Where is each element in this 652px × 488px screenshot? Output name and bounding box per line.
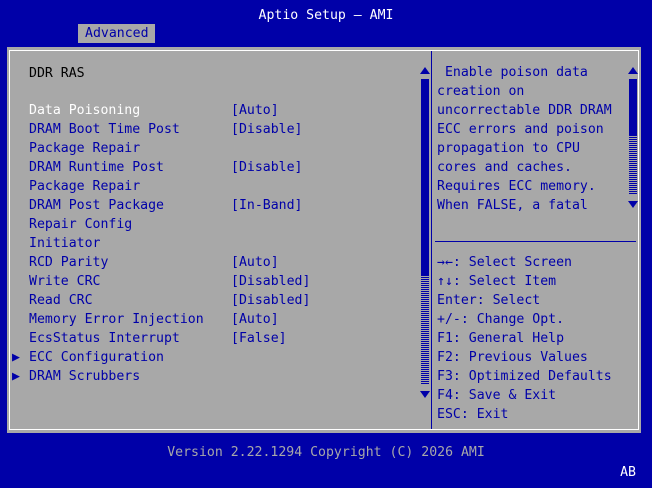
status-indicator: AB [620,465,636,480]
setting-dram-runtime-ppr-label[interactable]: DRAM Runtime Post [29,158,164,177]
help-text-line: When FALSE, a fatal [437,198,588,213]
triangle-right-icon: ▶ [12,350,20,365]
setting-data-poisoning-label[interactable]: Data Poisoning [29,101,140,120]
setting-memory-error-injection-label[interactable]: Memory Error Injection [29,310,204,329]
setting-dram-ppr-initiator-label-cont[interactable]: Repair Config [29,215,132,234]
window-title: Aptio Setup – AMI [258,8,394,23]
help-scrollbar[interactable] [628,67,638,208]
setting-write-crc-label[interactable]: Write CRC [29,272,100,291]
setting-dram-runtime-ppr-label-cont[interactable]: Package Repair [29,177,140,196]
key-hint: F2: Previous Values [437,350,588,365]
tab-advanced[interactable]: Advanced [78,24,155,43]
key-hint: F1: General Help [437,331,565,346]
scroll-down-arrow-icon[interactable] [420,391,430,398]
page-heading: DDR RAS [29,66,85,81]
key-hint: ↑↓: Select Item [437,274,557,289]
setting-memory-error-injection-value[interactable]: [Auto] [231,310,279,329]
key-hint: +/-: Change Opt. [437,312,565,327]
help-text-line: cores and caches. [437,160,572,175]
setting-dram-ppr-initiator-label-cont2[interactable]: Initiator [29,234,100,253]
help-text-line: creation on [437,84,525,99]
scroll-thumb[interactable] [629,79,637,135]
setting-dram-ppr-initiator-label[interactable]: DRAM Post Package [29,196,164,215]
panel-divider [431,51,432,429]
setting-rcd-parity-label[interactable]: RCD Parity [29,253,108,272]
footer-version: Version 2.22.1294 Copyright (C) 2026 AMI [167,445,485,460]
setting-read-crc-value[interactable]: [Disabled] [231,291,310,310]
key-hint: F3: Optimized Defaults [437,369,612,384]
key-hint: ESC: Exit [437,407,509,422]
settings-scrollbar[interactable] [420,67,430,398]
help-text-line: ECC errors and poison [437,122,604,137]
setting-dram-runtime-ppr-value[interactable]: [Disable] [231,158,302,177]
help-text-line: uncorrectable DDR DRAM [437,103,612,118]
help-divider [435,241,636,242]
setting-dram-ppr-initiator-value[interactable]: [In-Band] [231,196,302,215]
help-text-line: Requires ECC memory. [437,179,596,194]
setting-rcd-parity-value[interactable]: [Auto] [231,253,279,272]
key-hint: Enter: Select [437,293,541,308]
help-text-line: propagation to CPU [437,141,580,156]
setting-ecsstatus-interrupt-label[interactable]: EcsStatus Interrupt [29,329,180,348]
help-text-line: Enable poison data [437,65,588,80]
setting-dram-boot-ppr-label[interactable]: DRAM Boot Time Post [29,120,180,139]
scroll-down-arrow-icon[interactable] [628,201,638,208]
scroll-thumb[interactable] [421,79,429,276]
setting-dram-boot-ppr-label-cont[interactable]: Package Repair [29,139,140,158]
scroll-up-arrow-icon[interactable] [628,67,638,74]
setting-write-crc-value[interactable]: [Disabled] [231,272,310,291]
scroll-up-arrow-icon[interactable] [420,67,430,74]
key-hint: →←: Select Screen [437,255,572,270]
setting-ecsstatus-interrupt-value[interactable]: [False] [231,329,287,348]
setting-dram-boot-ppr-value[interactable]: [Disable] [231,120,302,139]
submenu-dram-scrubbers[interactable]: DRAM Scrubbers [29,367,140,386]
key-hint: F4: Save & Exit [437,388,557,403]
setting-data-poisoning-value[interactable]: [Auto] [231,101,279,120]
submenu-ecc-configuration[interactable]: ECC Configuration [29,348,164,367]
triangle-right-icon: ▶ [12,369,20,384]
setting-read-crc-label[interactable]: Read CRC [29,291,93,310]
main-panel: DDR RAS Data Poisoning [Auto] DRAM Boot … [7,47,641,433]
